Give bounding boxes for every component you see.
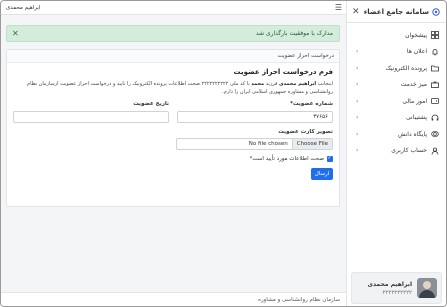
alert-text: مدارک با موفقیت بارگذاری شد xyxy=(255,30,333,37)
intro-text: اینجانب ابراهیم محمدی فرزند محمد با کد م… xyxy=(13,80,333,96)
menu-toggle-icon[interactable]: ☰ xyxy=(335,3,342,12)
sidebar-item-account[interactable]: حساب کاربری ‹ xyxy=(347,143,446,160)
bell-icon xyxy=(432,48,438,56)
confirm-label[interactable]: صحت اطلاعات مورد تأیید است* xyxy=(250,156,324,162)
close-icon[interactable]: ✕ xyxy=(352,7,360,17)
file-input[interactable]: Choose File No file chosen xyxy=(176,138,333,150)
chevron-left-icon: ‹ xyxy=(356,64,359,72)
membership-date-label: تاریخ عضویت xyxy=(133,101,169,107)
sidebar-user-card[interactable]: ابراهیم محمدی ۲۲۲۲۲۲۲۲۲۲ xyxy=(351,272,442,304)
user-icon xyxy=(431,147,439,155)
intro-father: محمد xyxy=(251,81,265,87)
brain-icon xyxy=(431,131,439,137)
sidebar-item-label: حساب کاربری xyxy=(391,147,427,155)
sidebar-item-e-file[interactable]: پرونده الکترونیک ‹ xyxy=(347,60,446,77)
wallet-icon xyxy=(431,98,439,105)
app-window: سامانه جامع اعضاء ✕ پیشخوان اعلان ها ‹ پ… xyxy=(0,0,447,307)
intro-part: فرزند xyxy=(265,81,278,87)
desk-icon xyxy=(431,81,439,88)
grid-icon xyxy=(431,31,439,40)
top-bar: ☰ ابراهیم محمدی xyxy=(1,1,346,15)
sidebar-item-label: پایگاه دانش xyxy=(397,130,427,138)
sidebar-item-label: پیشخوان xyxy=(405,31,427,39)
sidebar-item-label: پشتیبانی xyxy=(406,114,427,122)
success-alert: مدارک با موفقیت بارگذاری شد ✕ xyxy=(6,25,340,42)
sidebar: سامانه جامع اعضاء ✕ پیشخوان اعلان ها ‹ پ… xyxy=(346,1,446,306)
confirm-checkbox[interactable] xyxy=(327,155,333,162)
membership-row: شماره عضویت* ۳۷۶۵۶ تاریخ عضویت xyxy=(13,101,333,123)
app-logo-icon xyxy=(432,7,440,16)
sidebar-item-dashboard[interactable]: پیشخوان xyxy=(347,27,446,44)
sidebar-title-text: سامانه جامع اعضاء xyxy=(363,7,429,16)
user-code: ۲۲۲۲۲۲۲۲۲۲ xyxy=(382,289,412,296)
file-label: تصویر کارت عضویت xyxy=(278,129,333,135)
sidebar-item-knowledge-base[interactable]: پایگاه دانش ‹ xyxy=(347,126,446,143)
sidebar-item-label: اعلان ها xyxy=(406,48,427,56)
sidebar-title: سامانه جامع اعضاء xyxy=(364,8,440,16)
chevron-left-icon: ‹ xyxy=(356,114,359,122)
topbar-user-name[interactable]: ابراهیم محمدی xyxy=(6,5,40,11)
membership-date-field: تاریخ عضویت xyxy=(13,101,169,123)
chevron-left-icon: ‹ xyxy=(356,48,359,56)
footer-text: سازمان نظام روانشناسی و مشاوره xyxy=(258,296,340,303)
card-header: درخواست احراز عضویت xyxy=(7,50,339,63)
chevron-left-icon: ‹ xyxy=(356,147,359,155)
headset-icon xyxy=(431,114,439,121)
membership-date-input[interactable] xyxy=(13,111,169,123)
intro-name: ابراهیم محمدی xyxy=(278,81,317,87)
choose-file-button[interactable]: Choose File xyxy=(291,139,332,149)
membership-number-input[interactable]: ۳۷۶۵۶ xyxy=(177,111,333,123)
sidebar-header: سامانه جامع اعضاء ✕ xyxy=(347,1,446,23)
submit-button[interactable]: ارسال xyxy=(311,168,333,180)
close-icon[interactable]: ✕ xyxy=(12,29,19,38)
card-body: فرم درخواست احراز عضویت اینجانب ابراهیم … xyxy=(7,63,339,208)
file-status-text: No file chosen xyxy=(248,141,288,147)
chevron-left-icon: ‹ xyxy=(356,97,359,105)
membership-number-field: شماره عضویت* ۳۷۶۵۶ xyxy=(177,101,333,123)
sidebar-menu: پیشخوان اعلان ها ‹ پرونده الکترونیک ‹ می… xyxy=(347,23,446,159)
membership-number-label: شماره عضویت* xyxy=(290,101,333,107)
intro-part: روانشناسی و مشاوره جمهوری اسلامی ایران ر… xyxy=(222,89,333,95)
user-name: ابراهیم محمدی xyxy=(367,280,412,288)
folder-icon xyxy=(431,65,439,72)
chevron-left-icon: ‹ xyxy=(356,81,359,89)
sidebar-item-finance[interactable]: امور مالی ‹ xyxy=(347,93,446,110)
intro-part: اینجانب xyxy=(317,81,333,87)
membership-request-card: درخواست احراز عضویت فرم درخواست احراز عض… xyxy=(6,49,340,207)
intro-part: با کد ملی ۲۲۲۲۲۲۲۲۲۲ صحت اطلاعات پرونده … xyxy=(26,81,250,87)
confirm-row: صحت اطلاعات مورد تأیید است* xyxy=(13,155,333,162)
sidebar-item-label: میز خدمت xyxy=(400,81,427,89)
sidebar-item-support[interactable]: پشتیبانی ‹ xyxy=(347,110,446,127)
chevron-left-icon: ‹ xyxy=(356,130,359,138)
sidebar-item-notifications[interactable]: اعلان ها ‹ xyxy=(347,44,446,61)
sidebar-item-label: پرونده الکترونیک xyxy=(385,64,427,72)
footer: سازمان نظام روانشناسی و مشاوره xyxy=(1,292,346,306)
form-title: فرم درخواست احراز عضویت xyxy=(233,68,333,76)
sidebar-item-label: امور مالی xyxy=(402,97,427,105)
avatar xyxy=(417,278,437,298)
sidebar-item-service-desk[interactable]: میز خدمت ‹ xyxy=(347,77,446,94)
